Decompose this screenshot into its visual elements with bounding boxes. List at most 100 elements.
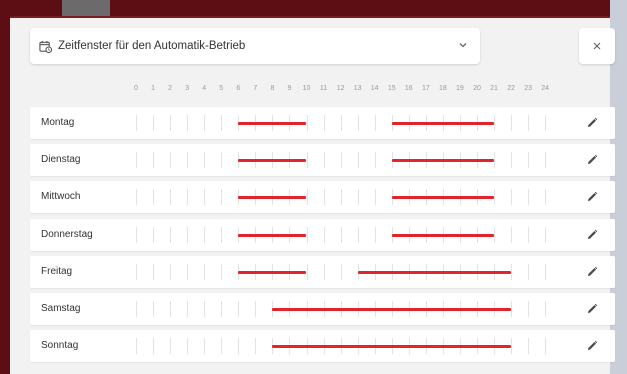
day-label: Dienstag xyxy=(41,154,81,166)
hour-tick xyxy=(511,338,513,355)
hour-tick xyxy=(187,226,189,243)
hour-tick xyxy=(204,263,206,280)
time-window-bar xyxy=(357,270,512,274)
hour-tick xyxy=(323,226,325,243)
hour-tick xyxy=(204,226,206,243)
day-label: Donnerstag xyxy=(41,228,93,240)
calendar-clock-icon xyxy=(39,40,52,53)
time-window-bar xyxy=(391,233,495,237)
edit-day-button[interactable] xyxy=(581,187,603,207)
hour-tick xyxy=(306,152,308,169)
hour-tick xyxy=(255,301,257,317)
hour-tick xyxy=(153,301,155,317)
hour-tick xyxy=(340,226,342,243)
day-timeline xyxy=(30,181,615,213)
hour-tick xyxy=(170,301,172,317)
edit-day-button[interactable] xyxy=(581,262,603,282)
day-timeline xyxy=(30,144,615,176)
hour-tick xyxy=(187,115,189,131)
hour-tick xyxy=(545,301,547,317)
hour-tick xyxy=(221,263,223,280)
day-row: Freitag xyxy=(30,255,615,288)
hour-tick xyxy=(187,301,189,317)
hour-tick xyxy=(136,189,137,206)
edit-day-button[interactable] xyxy=(581,150,603,170)
hour-tick xyxy=(187,338,189,355)
hour-tick xyxy=(136,115,137,131)
edit-day-button[interactable] xyxy=(581,299,603,319)
hour-tick xyxy=(545,226,547,243)
day-row: Montag xyxy=(30,107,615,139)
dialog-title: Zeitfenster für den Automatik-Betrieb xyxy=(58,40,246,52)
hour-tick xyxy=(357,189,359,206)
pencil-icon xyxy=(588,266,598,276)
hour-tick xyxy=(374,115,376,131)
pencil-icon xyxy=(588,340,598,351)
hour-tick xyxy=(323,152,325,169)
hour-tick xyxy=(323,115,325,131)
hour-tick xyxy=(545,189,547,206)
hour-tick xyxy=(306,115,308,131)
window-title-bar xyxy=(0,0,610,18)
hour-tick xyxy=(153,189,155,206)
edit-day-button[interactable] xyxy=(581,336,603,356)
day-timeline xyxy=(30,219,615,251)
hour-tick xyxy=(238,338,240,355)
hour-tick xyxy=(187,152,189,169)
day-timeline xyxy=(30,107,615,139)
hour-tick xyxy=(221,189,223,206)
time-window-bar xyxy=(238,196,307,200)
hour-tick xyxy=(221,301,223,317)
day-row: Sonntag xyxy=(30,330,615,363)
window-tab[interactable] xyxy=(62,0,110,16)
hour-tick xyxy=(136,263,137,280)
hour-tick xyxy=(204,189,206,206)
day-label: Samstag xyxy=(41,303,81,314)
hour-tick xyxy=(494,152,496,169)
hour-tick xyxy=(221,226,223,243)
hour-tick xyxy=(511,152,513,169)
hour-tick xyxy=(528,263,530,280)
hour-tick xyxy=(187,263,189,280)
dialog-title-dropdown[interactable]: Zeitfenster für den Automatik-Betrieb xyxy=(30,28,480,64)
hour-tick xyxy=(221,338,223,355)
hour-tick xyxy=(306,226,308,243)
hour-tick xyxy=(340,152,342,169)
time-window-bar xyxy=(238,270,307,274)
hour-tick xyxy=(136,152,137,169)
edit-day-button[interactable] xyxy=(581,225,603,245)
hour-tick xyxy=(511,263,513,280)
hour-tick xyxy=(170,152,172,169)
window-left-edge xyxy=(0,16,10,374)
time-window-bar xyxy=(238,122,307,125)
day-label: Mittwoch xyxy=(41,191,81,203)
hour-tick xyxy=(545,263,547,280)
hour-tick xyxy=(204,301,206,317)
hour-tick xyxy=(340,263,342,280)
hour-tick xyxy=(187,189,189,206)
hour-tick xyxy=(545,152,547,169)
close-icon xyxy=(593,42,601,50)
day-timeline xyxy=(30,293,615,325)
day-row: Donnerstag xyxy=(30,218,615,251)
chevron-down-icon[interactable] xyxy=(458,40,468,50)
hour-tick xyxy=(340,189,342,206)
hour-tick xyxy=(170,338,172,355)
time-window-bar xyxy=(238,159,307,163)
hour-tick xyxy=(511,226,513,243)
day-label: Freitag xyxy=(41,265,73,277)
hour-tick xyxy=(204,152,206,169)
hour-tick xyxy=(153,152,155,169)
hour-label: 24 xyxy=(541,85,550,92)
pencil-icon xyxy=(588,154,598,165)
pencil-icon xyxy=(588,192,598,202)
hour-axis: 0 1 2 3 4 5 6 7 8 9 10 11 12 13 14 15 16 17 18 19 20 21 22 23 24 xyxy=(10,85,610,99)
edit-day-button[interactable] xyxy=(581,113,603,133)
hour-tick xyxy=(170,115,172,131)
hour-tick xyxy=(136,226,137,243)
pencil-icon xyxy=(588,229,598,239)
close-button[interactable] xyxy=(579,28,615,64)
hour-tick xyxy=(323,263,325,280)
hour-tick xyxy=(221,115,223,131)
hour-tick xyxy=(528,115,530,131)
